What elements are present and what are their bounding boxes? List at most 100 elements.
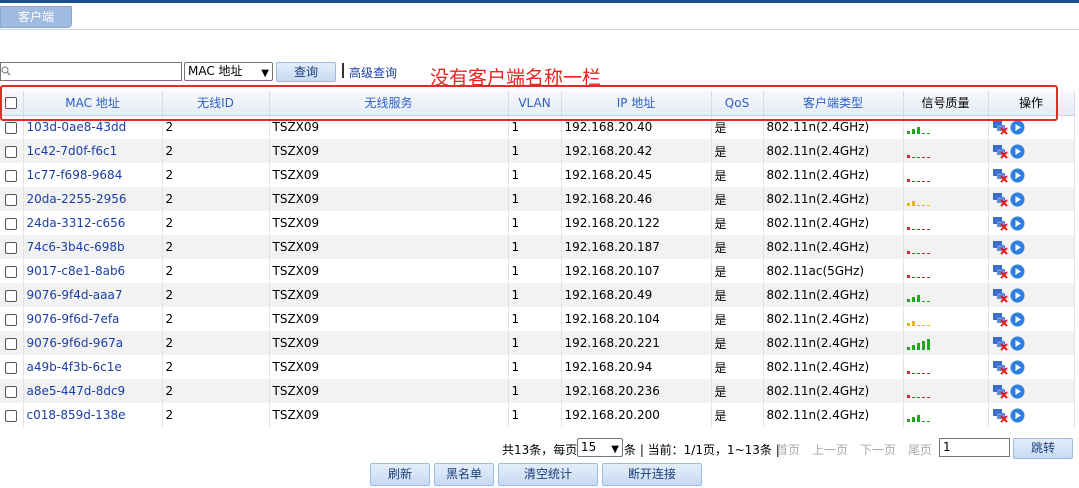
disconnect-client-icon[interactable] [992,360,1009,375]
signal-bar [906,370,910,374]
play-detail-icon[interactable] [1010,144,1025,159]
actions-cell [988,211,1075,235]
mac-cell[interactable]: 20da-2255-2956 [23,187,163,211]
row-select-cell [0,283,24,307]
table-row[interactable]: a8e5-447d-8dc9 2 TSZX09 1 192.168.20.236 是 802… [0,379,1075,403]
signal-bar [926,338,930,350]
table-row[interactable]: 24da-3312-c656 2 TSZX09 1 192.168.20.122 是 802… [0,211,1075,235]
search-field-select[interactable]: MAC 地址 ▼ [184,62,273,81]
row-checkbox[interactable] [5,145,17,158]
wireless-id-cell: 2 [162,163,270,187]
vlan-cell: 1 [508,259,562,283]
refresh-button[interactable]: 刷新 [370,463,430,486]
disconnect-button[interactable]: 断开连接 [602,463,702,486]
query-button[interactable]: 查询 [276,62,336,82]
qos-cell: 是 [711,187,764,211]
table-row[interactable]: 9076-9f4d-aaa7 2 TSZX09 1 192.168.20.49 是 802.… [0,283,1075,307]
disconnect-client-icon[interactable] [992,288,1009,303]
row-checkbox[interactable] [5,385,17,398]
mac-cell[interactable]: a49b-4f3b-6c1e [23,355,163,379]
row-checkbox[interactable] [5,193,17,206]
play-detail-icon[interactable] [1010,336,1025,351]
play-detail-icon[interactable] [1010,288,1025,303]
signal-quality-cell [903,187,989,211]
play-detail-icon[interactable] [1010,384,1025,399]
mac-cell[interactable]: 74c6-3b4c-698b [23,235,163,259]
mac-cell[interactable]: 9076-9f4d-aaa7 [23,283,163,307]
disconnect-client-icon[interactable] [992,264,1009,279]
advanced-query-link[interactable]: 高级查询 [349,64,397,81]
blacklist-button[interactable]: 黑名单 [434,463,494,486]
table-row[interactable]: 9017-c8e1-8ab6 2 TSZX09 1 192.168.20.107 是 802… [0,259,1075,283]
disconnect-client-icon[interactable] [992,144,1009,159]
wireless-service-cell: TSZX09 [269,211,509,235]
table-row[interactable]: 1c42-7d0f-f6c1 2 TSZX09 1 192.168.20.42 是 802.… [0,139,1075,163]
table-row[interactable]: a49b-4f3b-6c1e 2 TSZX09 1 192.168.20.94 是 802.… [0,355,1075,379]
mac-cell[interactable]: 1c77-f698-9684 [23,163,163,187]
row-checkbox[interactable] [5,409,17,422]
clear-stats-button[interactable]: 清空统计 [498,463,598,486]
table-row[interactable]: 1c77-f698-9684 2 TSZX09 1 192.168.20.45 是 802.… [0,163,1075,187]
table-row[interactable]: 74c6-3b4c-698b 2 TSZX09 1 192.168.20.187 是 802… [0,235,1075,259]
play-detail-icon[interactable] [1010,216,1025,231]
vlan-cell: 1 [508,211,562,235]
qos-cell: 是 [711,211,764,235]
row-checkbox[interactable] [5,313,17,326]
mac-cell[interactable]: c018-859d-138e [23,403,163,427]
row-checkbox[interactable] [5,337,17,350]
mac-cell[interactable]: a8e5-447d-8dc9 [23,379,163,403]
play-detail-icon[interactable] [1010,120,1025,135]
next-page-link[interactable]: 下一页 [860,441,896,458]
play-detail-icon[interactable] [1010,264,1025,279]
row-select-cell [0,355,24,379]
per-page-select[interactable]: 15 ▼ [577,438,623,457]
row-checkbox[interactable] [5,361,17,374]
disconnect-client-icon[interactable] [992,120,1009,135]
disconnect-client-icon[interactable] [992,384,1009,399]
tab-clients[interactable]: 客户端 [0,6,72,28]
first-page-link[interactable]: 首页 [776,441,800,458]
search-input[interactable] [0,62,182,81]
prev-page-link[interactable]: 上一页 [812,441,848,458]
page-number-input[interactable]: 1 [939,438,1010,457]
mac-cell[interactable]: 9076-9f6d-7efa [23,307,163,331]
disconnect-client-icon[interactable] [992,240,1009,255]
wireless-id-cell: 2 [162,139,270,163]
table-row[interactable]: 9076-9f6d-7efa 2 TSZX09 1 192.168.20.104 是 802… [0,307,1075,331]
mac-cell[interactable]: 1c42-7d0f-f6c1 [23,139,163,163]
disconnect-client-icon[interactable] [992,216,1009,231]
table-row[interactable]: c018-859d-138e 2 TSZX09 1 192.168.20.200 是 802… [0,403,1075,427]
ip-cell: 192.168.20.45 [561,163,712,187]
client-type-cell: 802.11n(2.4GHz) [763,355,904,379]
signal-strength-icon [906,386,937,398]
play-detail-icon[interactable] [1010,360,1025,375]
mac-cell[interactable]: 9017-c8e1-8ab6 [23,259,163,283]
play-detail-icon[interactable] [1010,192,1025,207]
mac-cell[interactable]: 9076-9f6d-967a [23,331,163,355]
play-detail-icon[interactable] [1010,168,1025,183]
row-checkbox[interactable] [5,289,17,302]
disconnect-client-icon[interactable] [992,408,1009,423]
play-detail-icon[interactable] [1010,312,1025,327]
mac-cell[interactable]: 24da-3312-c656 [23,211,163,235]
disconnect-client-icon[interactable] [992,312,1009,327]
signal-bar [916,342,920,350]
table-row[interactable]: 9076-9f6d-967a 2 TSZX09 1 192.168.20.221 是 802… [0,331,1075,355]
play-detail-icon[interactable] [1010,240,1025,255]
row-checkbox[interactable] [5,217,17,230]
signal-bar [926,276,930,278]
last-page-link[interactable]: 尾页 [908,441,932,458]
row-checkbox[interactable] [5,265,17,278]
row-checkbox[interactable] [5,241,17,254]
jump-button[interactable]: 跳转 [1013,438,1073,459]
signal-bar [926,156,930,158]
play-detail-icon[interactable] [1010,408,1025,423]
table-row[interactable]: 20da-2255-2956 2 TSZX09 1 192.168.20.46 是 802.… [0,187,1075,211]
vlan-cell: 1 [508,139,562,163]
disconnect-client-icon[interactable] [992,168,1009,183]
row-checkbox[interactable] [5,121,17,134]
row-checkbox[interactable] [5,169,17,182]
disconnect-client-icon[interactable] [992,192,1009,207]
disconnect-client-icon[interactable] [992,336,1009,351]
signal-strength-icon [906,170,937,182]
